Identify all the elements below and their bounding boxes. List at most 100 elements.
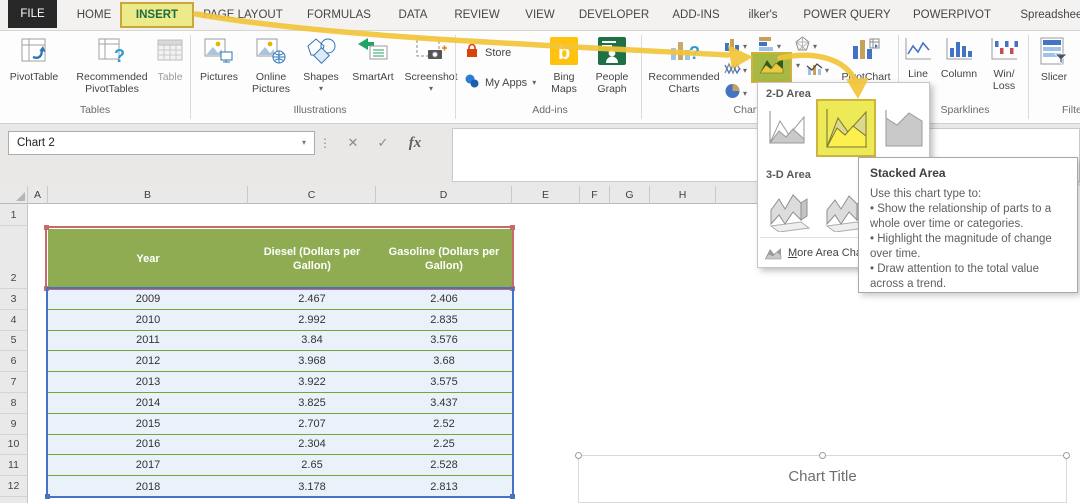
cell-gasoline[interactable]: 2.528 [376,455,512,475]
cell-diesel[interactable]: 3.825 [248,393,376,413]
row-header-4[interactable]: 4 [0,310,27,331]
column-header-c[interactable]: C [248,186,376,204]
column-header-b[interactable]: B [48,186,248,204]
header-cell-gasoline[interactable]: Gasoline (Dollars per Gallon) [376,229,512,288]
cell-gasoline[interactable]: 3.576 [376,331,512,351]
cell-diesel[interactable]: 3.922 [248,372,376,392]
cell-year[interactable]: 2010 [48,310,248,330]
tab-home[interactable]: HOME [66,0,122,30]
row-header-10[interactable]: 10 [0,435,27,456]
tab-data[interactable]: DATA [390,0,436,30]
cell-year[interactable]: 2015 [48,414,248,434]
cell-gasoline[interactable]: 2.813 [376,476,512,497]
store-button[interactable]: Store [464,43,511,62]
chart-placeholder[interactable]: Chart Title [575,452,1070,503]
insert-area-chart-button[interactable] [751,52,792,83]
tab-review[interactable]: REVIEW [450,0,504,30]
name-box[interactable]: Chart 2 ▾ [8,131,315,155]
gallery-area-2d[interactable] [762,103,810,151]
cell-year[interactable]: 2017 [48,455,248,475]
screenshot-button[interactable]: Screenshot ▾ [402,36,460,93]
area-chart-caret[interactable]: ▾ [796,62,800,70]
insert-combo-chart-button[interactable]: ▾ [806,60,829,81]
row-header-12[interactable]: 12 [0,476,27,497]
cell-gasoline[interactable]: 2.52 [376,414,512,434]
column-header-partial[interactable] [716,186,758,204]
cell-diesel[interactable]: 3.178 [248,476,376,497]
column-header-f[interactable]: F [580,186,610,204]
people-graph-button[interactable]: People Graph [588,36,636,95]
tab-ilkers[interactable]: ilker's [740,0,786,30]
chart-resize-handle[interactable] [819,452,826,459]
header-cell-year[interactable]: Year [48,229,248,288]
row-header-5[interactable]: 5 [0,331,27,352]
cell-year[interactable]: 2009 [48,289,248,309]
row-header-3[interactable]: 3 [0,289,27,310]
bing-maps-button[interactable]: b Bing Maps [542,36,586,95]
row-header-11[interactable]: 11 [0,455,27,477]
column-header-g[interactable]: G [610,186,650,204]
insert-stock-radar-chart-button[interactable]: ▾ [794,36,817,57]
chart-title[interactable]: Chart Title [579,468,1066,485]
insert-line-chart-button[interactable]: ▾ [724,60,747,81]
row-header-13[interactable]: 13 [0,497,27,503]
name-box-caret[interactable]: ▾ [302,139,306,147]
tab-file[interactable]: FILE [8,0,57,28]
insert-column-chart-button[interactable]: ▾ [724,36,747,57]
slicer-button[interactable]: Slicer [1032,36,1076,83]
tab-view[interactable]: VIEW [518,0,562,30]
cell-diesel[interactable]: 2.992 [248,310,376,330]
column-header-e[interactable]: E [512,186,580,204]
cell-gasoline[interactable]: 2.25 [376,435,512,455]
cell-diesel[interactable]: 2.65 [248,455,376,475]
cell-gasoline[interactable]: 3.575 [376,372,512,392]
cancel-button[interactable]: ✕ [340,132,366,154]
tab-add-ins[interactable]: ADD-INS [666,0,726,30]
tab-powerpivot[interactable]: POWERPIVOT [908,0,996,30]
row-header-6[interactable]: 6 [0,351,27,373]
pivotchart-button[interactable]: PivotChart [836,36,896,83]
insert-pie-chart-button[interactable]: ▾ [724,83,747,104]
tab-power-query[interactable]: POWER QUERY [798,0,896,30]
cell-year[interactable]: 2013 [48,372,248,392]
pivottable-button[interactable]: PivotTable [6,36,62,83]
formula-bar-drag-handle[interactable]: ⋮ [318,132,332,154]
cell-diesel[interactable]: 3.968 [248,351,376,371]
row-header-9[interactable]: 9 [0,414,27,435]
sparkline-line-button[interactable]: Line [900,36,936,80]
cell-diesel[interactable]: 3.84 [248,331,376,351]
cell-year[interactable]: 2011 [48,331,248,351]
cell-diesel[interactable]: 2.304 [248,435,376,455]
gallery-stacked-area-2d[interactable] [816,99,876,157]
pictures-button[interactable]: Pictures [194,36,244,83]
tab-formulas[interactable]: FORMULAS [300,0,378,30]
row-header-8[interactable]: 8 [0,393,27,414]
cell-diesel[interactable]: 2.707 [248,414,376,434]
sparkline-column-button[interactable]: Column [938,36,980,80]
enter-button[interactable]: ✓ [370,132,396,154]
cell-gasoline[interactable]: 3.437 [376,393,512,413]
cell-gasoline[interactable]: 2.835 [376,310,512,330]
gallery-area-3d[interactable] [762,183,816,235]
insert-function-button[interactable]: fx [402,132,428,154]
recommended-charts-button[interactable]: ? Recommended Charts [646,36,722,95]
smartart-button[interactable]: SmartArt [344,36,402,83]
sparkline-winloss-button[interactable]: Win/ Loss [984,36,1024,92]
header-cell-diesel[interactable]: Diesel (Dollars per Gallon) [248,229,376,288]
cell-gasoline[interactable]: 2.406 [376,289,512,309]
cell-gasoline[interactable]: 3.68 [376,351,512,371]
cell-year[interactable]: 2016 [48,435,248,455]
chart-resize-handle[interactable] [1063,452,1070,459]
column-header-a[interactable]: A [28,186,48,204]
row-header-7[interactable]: 7 [0,372,27,393]
recommended-pivottables-button[interactable]: ? Recommended PivotTables [62,36,162,95]
my-apps-button[interactable]: My Apps ▾ [464,73,536,92]
shapes-button[interactable]: Shapes ▾ [298,36,344,93]
online-pictures-button[interactable]: Online Pictures [244,36,298,95]
tab-developer[interactable]: DEVELOPER [574,0,654,30]
column-header-d[interactable]: D [376,186,512,204]
cell-year[interactable]: 2014 [48,393,248,413]
row-header-1[interactable]: 1 [0,204,27,226]
cell-diesel[interactable]: 2.467 [248,289,376,309]
row-header-2[interactable]: 2 [0,226,27,289]
